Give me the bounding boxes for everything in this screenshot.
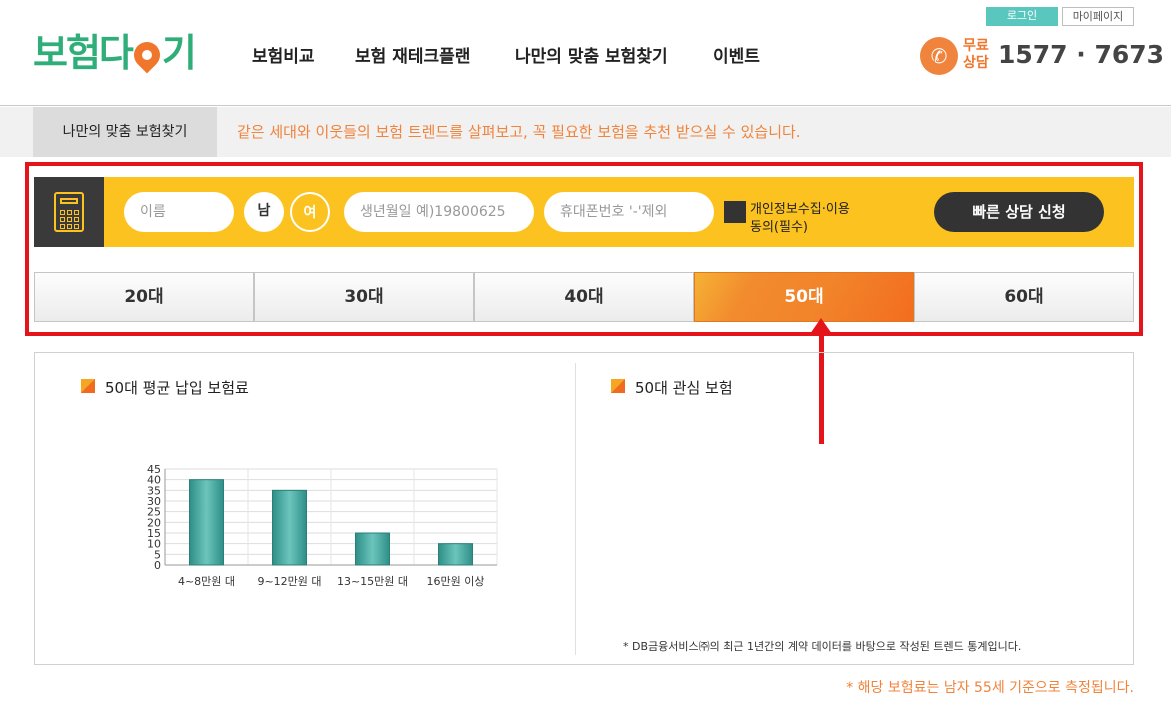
gender-male-button[interactable]: 남 [244,192,284,232]
logo-text-a: 보험다 [33,31,134,75]
nav-event[interactable]: 이벤트 [713,42,760,67]
agree-line1: 개인정보수집·이용 [750,202,850,217]
name-input[interactable]: 이름 [124,192,234,232]
site-logo[interactable]: 보험다 기 [33,22,197,77]
chart-x-tick-label: 16만원 이상 [427,575,485,588]
sub-description: 같은 세대와 이웃들의 보험 트렌드를 살펴보고, 꼭 필요한 보험을 추천 받… [237,123,801,141]
tab-40s[interactable]: 40대 [474,272,694,322]
interest-insurance-title: 50대 관심 보험 [635,379,733,397]
location-pin-icon [128,36,166,74]
consult-form: 이름 남 여 생년월일 예)19800625 휴대폰번호 '-'제외 개인정보수… [34,177,1134,247]
gender-female-button[interactable]: 여 [290,192,330,232]
chart-x-tick-label: 4~8만원 대 [178,575,235,588]
sub-tab-custom[interactable]: 나만의 맞춤 보험찾기 [33,107,217,157]
privacy-agree-label: 개인정보수집·이용 동의(필수) [750,201,870,237]
age-tabs: 20대 30대 40대 50대 60대 [34,272,1134,322]
phone-number[interactable]: 1577 · 7673 [998,40,1164,69]
chart-bar [438,543,473,566]
nav-insurance-compare[interactable]: 보험비교 [252,42,315,67]
free-label-line1: 무료 [963,38,989,54]
annotation-arrow-head [810,318,832,334]
mypage-button[interactable]: 마이페이지 [1062,7,1134,26]
chart-x-tick-label: 9~12만원 대 [257,575,321,588]
tab-60s[interactable]: 60대 [914,272,1134,322]
chart-bar [272,489,307,566]
trend-content: 50대 평균 납입 보험료 50대 관심 보험 0 5 10 15 20 25 30 35 40… [34,352,1134,665]
privacy-agree-checkbox[interactable] [724,201,746,223]
sub-bar: 나만의 맞춤 보험찾기 같은 세대와 이웃들의 보험 트렌드를 살펴보고, 꼭 … [0,107,1171,157]
quick-consult-button[interactable]: 빠른 상담 신청 [934,192,1104,232]
nav-custom-insurance[interactable]: 나만의 맞춤 보험찾기 [515,42,668,67]
section-square-icon [81,379,95,393]
birthdate-input[interactable]: 생년월일 예)19800625 [344,192,534,232]
chart-bar [189,479,224,566]
nav-finance-plan[interactable]: 보험 재테크플랜 [355,42,470,67]
phone-icon: ✆ [920,37,958,75]
chart-svg: 0510152025303540454~8만원 대 9~12만원 대 13~15만원… [147,463,498,588]
logo-text-b: 기 [161,31,197,75]
premium-bar-chart: 0 5 10 15 20 25 30 35 40 45 4~8만원 대 9~12만원 대 13~15만원… [135,463,515,603]
chart-bar [355,532,390,566]
login-button[interactable]: 로그인 [986,7,1058,26]
calculator-box [34,177,104,247]
tab-30s[interactable]: 30대 [254,272,474,322]
site-header: 보험다 기 보험비교 보험 재테크플랜 나만의 맞춤 보험찾기 이벤트 로그인 마… [0,0,1171,106]
calculator-icon [54,192,84,232]
data-source-note: * DB금융서비스㈜의 최근 1년간의 계약 데이터를 바탕으로 작성된 트렌드… [623,640,1022,653]
chart-x-tick-label: 13~15만원 대 [337,575,408,588]
section-square-icon [611,379,625,393]
free-label-line2: 상담 [963,55,989,71]
avg-premium-title: 50대 평균 납입 보험료 [105,379,249,397]
chart-y-tick-label: 45 [147,463,161,476]
content-divider [575,363,576,655]
phone-input[interactable]: 휴대폰번호 '-'제외 [544,192,714,232]
agree-line2: 동의(필수) [750,220,808,235]
free-consult-label: 무료 상담 [963,38,993,72]
tab-50s[interactable]: 50대 [694,272,914,322]
premium-footnote: * 해당 보험료는 남자 55세 기준으로 측정됩니다. [846,680,1134,696]
tab-20s[interactable]: 20대 [34,272,254,322]
